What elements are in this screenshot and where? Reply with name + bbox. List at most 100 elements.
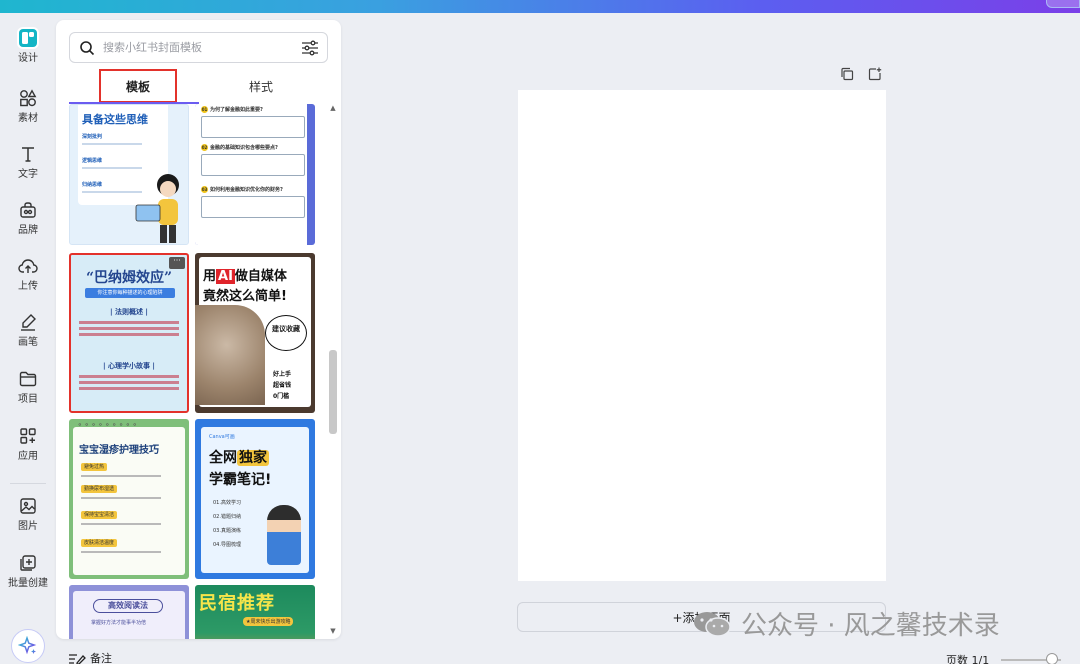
rail-label: 画笔 xyxy=(18,337,38,348)
tab-styles[interactable]: 样式 xyxy=(221,69,301,103)
add-page-icon[interactable] xyxy=(868,66,882,81)
upload-icon xyxy=(17,255,39,277)
card-title: 高效阅读法 xyxy=(93,599,163,613)
card-tag: 勤换尿布湿透 xyxy=(81,485,118,493)
rail-item-design[interactable]: 设计 xyxy=(0,27,56,75)
card-line xyxy=(79,321,179,324)
card-list-item: 0门槛 xyxy=(273,393,290,400)
card-brand: Canva可画 xyxy=(209,434,235,440)
scroll-thumb[interactable] xyxy=(329,350,337,434)
magic-ai-button[interactable] xyxy=(11,629,45,663)
batch-create-icon xyxy=(17,552,39,574)
template-card[interactable]: Canva可画 全网 独家 学霸笔记! 01.高效学习 02.错题归纳 03.真题… xyxy=(195,419,315,579)
notes-label: 备注 xyxy=(90,652,112,664)
image-icon xyxy=(17,495,39,517)
card-line xyxy=(79,327,179,330)
card-title: 宝宝湿疹护理技巧 xyxy=(79,445,159,456)
rail-item-images[interactable]: 图片 xyxy=(0,495,56,543)
search-input[interactable] xyxy=(103,41,301,54)
panel-scrollbar[interactable]: ▲ ▼ xyxy=(327,104,337,635)
card-line xyxy=(82,143,142,145)
card-title: 竟然这么简单! xyxy=(203,289,287,304)
filter-icon[interactable] xyxy=(301,40,319,56)
card-title-highlight: AI xyxy=(216,269,235,284)
top-gradient-bar xyxy=(0,0,1080,13)
rail-label: 品牌 xyxy=(18,225,38,236)
rail-item-projects[interactable]: 项目 xyxy=(0,368,56,416)
card-text: 归纳思维 xyxy=(82,182,103,188)
rail-item-upload[interactable]: 上传 xyxy=(0,255,56,303)
rail-item-elements[interactable]: 素材 xyxy=(0,87,56,135)
template-grid: 具备这些思维 深刻批判 逻辑思维 归纳思维 01 为何了解金融如此重要? 02 金融… xyxy=(69,104,315,639)
card-list-item: 03.真题演练 xyxy=(213,528,241,534)
notebook-rings: ⚬⚬⚬⚬⚬⚬⚬⚬⚬ xyxy=(77,421,139,429)
card-title: “巴纳姆效应” xyxy=(85,270,173,286)
scroll-up-icon[interactable]: ▲ xyxy=(329,104,337,112)
top-corner-button[interactable] xyxy=(1046,0,1080,8)
card-textbox xyxy=(201,116,305,138)
card-title: 学霸笔记! xyxy=(209,472,272,488)
brush-icon xyxy=(17,311,39,333)
panel-tabs: 模板 样式 xyxy=(69,69,328,103)
template-card[interactable]: 具备这些思维 深刻批判 逻辑思维 归纳思维 xyxy=(69,104,189,245)
card-title: 全网 独家 xyxy=(209,447,269,467)
card-text: 深刻批判 xyxy=(82,134,103,140)
template-card[interactable]: 高效阅读法 掌握好方法才能事半功倍 xyxy=(69,585,189,639)
card-tag: 皮肤清洁温度 xyxy=(81,539,118,547)
card-question: 如何利用金融知识优化你的财务? xyxy=(210,187,283,193)
duplicate-page-icon[interactable] xyxy=(840,66,854,81)
rail-label: 素材 xyxy=(18,113,38,124)
bottom-bar: 备注 页数 1/1 xyxy=(56,650,1080,664)
left-rail: 设计 素材 文字 品牌 上传 画笔 项目 应用 图片 批量创建 xyxy=(0,13,56,664)
design-icon xyxy=(17,27,39,49)
card-list-item: 04.导图梳理 xyxy=(213,542,241,548)
tab-templates[interactable]: 模板 xyxy=(99,69,177,103)
rail-item-batch-create[interactable]: 批量创建 xyxy=(0,552,56,600)
more-options-button[interactable]: ··· xyxy=(169,257,185,269)
search-box[interactable] xyxy=(69,32,328,63)
search-icon xyxy=(80,40,95,55)
card-question: 金融的基础知识包含哪些要点? xyxy=(210,145,278,151)
card-line xyxy=(79,381,179,384)
brand-icon xyxy=(17,199,39,221)
canvas-toolbar xyxy=(840,66,882,82)
rail-item-brand[interactable]: 品牌 xyxy=(0,199,56,247)
card-list-item: 好上手 xyxy=(273,371,292,378)
rail-item-text[interactable]: 文字 xyxy=(0,143,56,191)
page-count[interactable]: 页数 1/1 xyxy=(946,652,989,664)
template-card[interactable]: 民宿推荐 ★周末快乐出游攻略 xyxy=(195,585,315,639)
rail-item-brush[interactable]: 画笔 xyxy=(0,311,56,359)
notes-button[interactable]: 备注 xyxy=(68,650,112,664)
template-card[interactable]: 01 为何了解金融如此重要? 02 金融的基础知识包含哪些要点? 03 如何利用金融知… xyxy=(195,104,315,245)
card-text: 01 为何了解金融如此重要? xyxy=(201,106,263,113)
sparkle-icon xyxy=(18,636,37,655)
zoom-slider-knob[interactable] xyxy=(1046,653,1058,664)
card-question: 为何了解金融如此重要? xyxy=(210,107,263,113)
card-line xyxy=(82,167,142,169)
template-card[interactable]: 用 AI 做自媒体 竟然这么简单! 建议收藏 好上手 超省钱 0门槛 xyxy=(195,253,315,413)
girl-illustration xyxy=(135,174,179,243)
rail-label: 图片 xyxy=(18,521,38,532)
card-line xyxy=(81,551,161,553)
card-title-highlight: 独家 xyxy=(237,450,269,466)
card-line xyxy=(79,333,179,336)
design-canvas[interactable] xyxy=(518,90,886,581)
template-card-selected[interactable]: “巴纳姆效应” 你注意你每种描述的心理陷阱 | 法则概述 | | 心理学小故事 … xyxy=(69,253,189,413)
card-title: 具备这些思维 xyxy=(82,113,148,126)
card-title-text: 全网 xyxy=(209,450,237,466)
templates-panel: 模板 样式 具备这些思维 深刻批判 逻辑思维 归纳思维 01为何了解金融如此重要… xyxy=(56,20,341,639)
student-illustration xyxy=(267,505,301,565)
watermark-text: 公众号 · 风之馨技术录 xyxy=(741,611,1000,641)
card-section: | 心理学小故事 | xyxy=(103,362,155,370)
card-line xyxy=(81,497,161,499)
scroll-down-icon[interactable]: ▼ xyxy=(329,627,337,635)
card-line xyxy=(81,475,161,477)
template-card[interactable]: ⚬⚬⚬⚬⚬⚬⚬⚬⚬ 宝宝湿疹护理技巧 避免过热 勤换尿布湿透 保持宝宝清洁 皮肤… xyxy=(69,419,189,579)
card-title: 民宿推荐 xyxy=(199,593,275,614)
elements-icon xyxy=(17,87,39,109)
rail-label: 应用 xyxy=(18,451,38,462)
rail-item-apps[interactable]: 应用 xyxy=(0,425,56,473)
card-subtitle: 掌握好方法才能事半功倍 xyxy=(91,620,147,626)
card-line xyxy=(79,375,179,378)
cat-photo xyxy=(195,305,265,405)
